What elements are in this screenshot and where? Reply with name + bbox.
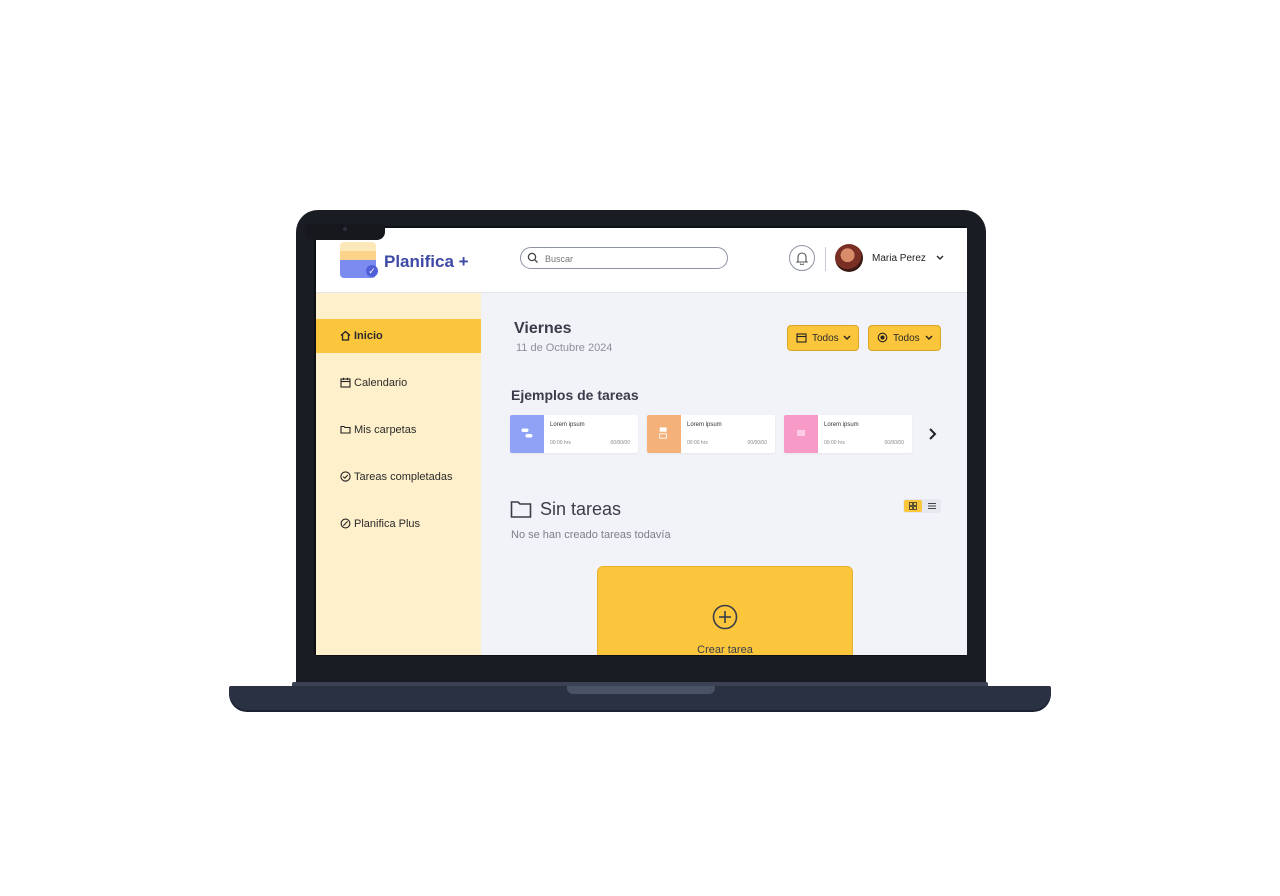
examples-title: Ejemplos de tareas (511, 387, 639, 403)
card-color-swatch (784, 415, 818, 453)
bell-icon (796, 252, 808, 265)
card-color-swatch (510, 415, 544, 453)
checkbox-icon (659, 427, 668, 439)
list-view-button[interactable] (923, 500, 940, 512)
folder-icon (340, 425, 351, 434)
chevron-down-icon[interactable] (935, 254, 945, 262)
grid-icon (909, 502, 917, 510)
list-icon (928, 503, 936, 509)
card-title: Lorem ipsum (550, 422, 585, 428)
sidebar-item-label: Calendario (354, 377, 408, 389)
card-color-swatch (647, 415, 681, 453)
sidebar-item-label: Mis carpetas (354, 424, 417, 436)
lines-icon (797, 430, 805, 436)
card-title: Lorem ipsum (824, 422, 859, 428)
search-icon (527, 252, 538, 263)
chevron-down-icon (843, 335, 851, 340)
card-time: 00:00 hrs (550, 440, 571, 446)
date-filter-dropdown[interactable]: Todos (787, 325, 859, 351)
user-name[interactable]: Maria Perez (872, 253, 926, 264)
card-date: 00/00/00 (610, 440, 630, 446)
filter-label: Todos (812, 333, 839, 344)
brand-name: Planifica + (384, 252, 469, 271)
chevron-down-icon (925, 335, 933, 340)
create-task-button[interactable]: Crear tarea (597, 566, 853, 655)
task-card[interactable]: Lorem ipsum 00:00 hrs 00/00/00 (510, 415, 638, 453)
toggle-icon (521, 428, 533, 438)
calendar-icon (340, 377, 351, 388)
calendar-icon (796, 333, 807, 343)
chevron-right-icon[interactable] (927, 427, 937, 441)
card-title: Lorem ipsum (687, 422, 722, 428)
card-date: 00/00/00 (884, 440, 904, 446)
main-content: Viernes 11 de Octubre 2024 Todos Todos E… (481, 293, 967, 655)
empty-state-title: Sin tareas (540, 499, 622, 519)
sidebar-item-label: Tareas completadas (354, 471, 453, 483)
badge-check-icon (340, 518, 351, 529)
page-date: 11 de Octubre 2024 (516, 342, 613, 354)
card-time: 00:00 hrs (687, 440, 708, 446)
divider (825, 247, 826, 271)
app-logo[interactable]: ✓ (340, 242, 378, 278)
task-card[interactable]: Lorem ipsum 00:00 hrs 00/00/00 (647, 415, 775, 453)
camera-notch (305, 224, 385, 240)
app-screen: ✓ Planifica + Maria Perez (316, 228, 967, 655)
card-date: 00/00/00 (747, 440, 767, 446)
plus-circle-icon (712, 604, 738, 630)
view-toggle (903, 499, 941, 513)
home-icon (340, 330, 351, 341)
camera-icon (343, 227, 347, 231)
avatar[interactable] (835, 244, 863, 272)
radio-icon (877, 332, 888, 343)
create-task-label: Crear tarea (697, 644, 753, 655)
sidebar-item-tareas-completadas[interactable]: Tareas completadas (316, 460, 481, 494)
sidebar-item-inicio[interactable]: Inicio (316, 319, 481, 353)
sidebar: Inicio Calendario Mis carpetas Tareas co… (316, 293, 481, 655)
check-circle-icon (340, 471, 351, 482)
search-bar[interactable] (520, 247, 728, 269)
grid-view-button[interactable] (904, 500, 922, 512)
filter-label: Todos (893, 333, 920, 344)
sidebar-item-label: Planifica Plus (354, 518, 421, 530)
sidebar-item-planifica-plus[interactable]: Planifica Plus (316, 507, 481, 541)
sidebar-item-label: Inicio (354, 330, 383, 342)
card-time: 00:00 hrs (824, 440, 845, 446)
task-card[interactable]: Lorem ipsum 00:00 hrs 00/00/00 (784, 415, 912, 453)
page-title: Viernes (514, 320, 572, 337)
status-filter-dropdown[interactable]: Todos (868, 325, 941, 351)
empty-state-subtitle: No se han creado tareas todavía (511, 529, 671, 541)
top-bar: ✓ Planifica + Maria Perez (316, 228, 967, 293)
folder-icon (510, 501, 532, 518)
laptop-hinge (567, 686, 715, 694)
notifications-button[interactable] (789, 245, 815, 271)
check-icon: ✓ (366, 265, 378, 277)
sidebar-item-calendario[interactable]: Calendario (316, 366, 481, 400)
sidebar-item-mis-carpetas[interactable]: Mis carpetas (316, 413, 481, 447)
search-input[interactable] (543, 250, 717, 267)
